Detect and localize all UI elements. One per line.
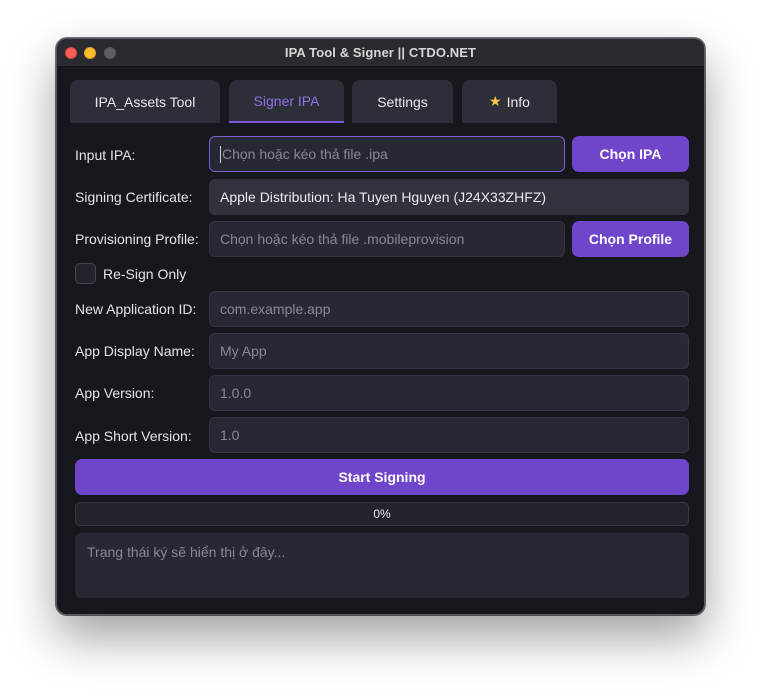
choose-ipa-button[interactable]: Chọn IPA (572, 136, 689, 172)
provisioning-profile-field[interactable]: Chọn hoặc kéo thả file .mobileprovision (209, 221, 565, 257)
star-icon: ★ (489, 93, 502, 109)
new-app-id-placeholder: com.example.app (220, 301, 331, 317)
new-app-id-field[interactable]: com.example.app (209, 291, 689, 327)
short-version-label: App Short Version: (75, 428, 192, 444)
progress-bar: 0% (75, 502, 689, 526)
status-placeholder: Trạng thái ký sẽ hiển thị ở đây... (87, 544, 286, 560)
progress-text: 0% (373, 507, 391, 521)
app-window: IPA Tool & Signer || CTDO.NET IPA_Assets… (56, 38, 705, 615)
signing-certificate-label: Signing Certificate: (75, 189, 193, 205)
tab-label: Info (506, 93, 530, 110)
resign-only-checkbox[interactable] (75, 263, 96, 284)
window-title: IPA Tool & Signer || CTDO.NET (284, 45, 477, 60)
input-ipa-placeholder: Chọn hoặc kéo thả file .ipa (222, 146, 388, 162)
short-version-placeholder: 1.0 (220, 427, 240, 443)
provisioning-profile-label: Provisioning Profile: (75, 231, 199, 247)
start-signing-button[interactable]: Start Signing (75, 459, 689, 495)
signing-certificate-select[interactable]: Apple Distribution: Ha Tuyen Hguyen (J24… (209, 179, 689, 215)
tab-signer-ipa[interactable]: Signer IPA (229, 80, 344, 123)
status-log[interactable]: Trạng thái ký sẽ hiển thị ở đây... (75, 533, 689, 598)
text-cursor (220, 145, 221, 163)
choose-profile-button[interactable]: Chọn Profile (572, 221, 689, 257)
app-version-label: App Version: (75, 385, 155, 401)
app-version-placeholder: 1.0.0 (220, 385, 252, 401)
title-bar: IPA Tool & Signer || CTDO.NET (57, 39, 704, 67)
tab-ipa-assets-tool[interactable]: IPA_Assets Tool (70, 80, 220, 123)
display-name-field[interactable]: My App (209, 333, 689, 369)
tab-label: Settings (377, 93, 428, 110)
new-app-id-label: New Application ID: (75, 301, 197, 317)
display-name-label: App Display Name: (75, 343, 195, 359)
display-name-placeholder: My App (220, 343, 267, 359)
input-ipa-label: Input IPA: (75, 147, 136, 163)
tab-info[interactable]: ★ Info (462, 80, 557, 123)
resign-only-label: Re-Sign Only (103, 266, 187, 282)
tab-label: Signer IPA (253, 92, 320, 109)
short-version-field[interactable]: 1.0 (209, 417, 689, 453)
input-ipa-field[interactable]: Chọn hoặc kéo thả file .ipa (209, 136, 565, 172)
provisioning-profile-placeholder: Chọn hoặc kéo thả file .mobileprovision (220, 231, 465, 247)
tab-settings[interactable]: Settings (352, 80, 453, 123)
app-version-field[interactable]: 1.0.0 (209, 375, 689, 411)
tab-label: IPA_Assets Tool (94, 93, 196, 110)
